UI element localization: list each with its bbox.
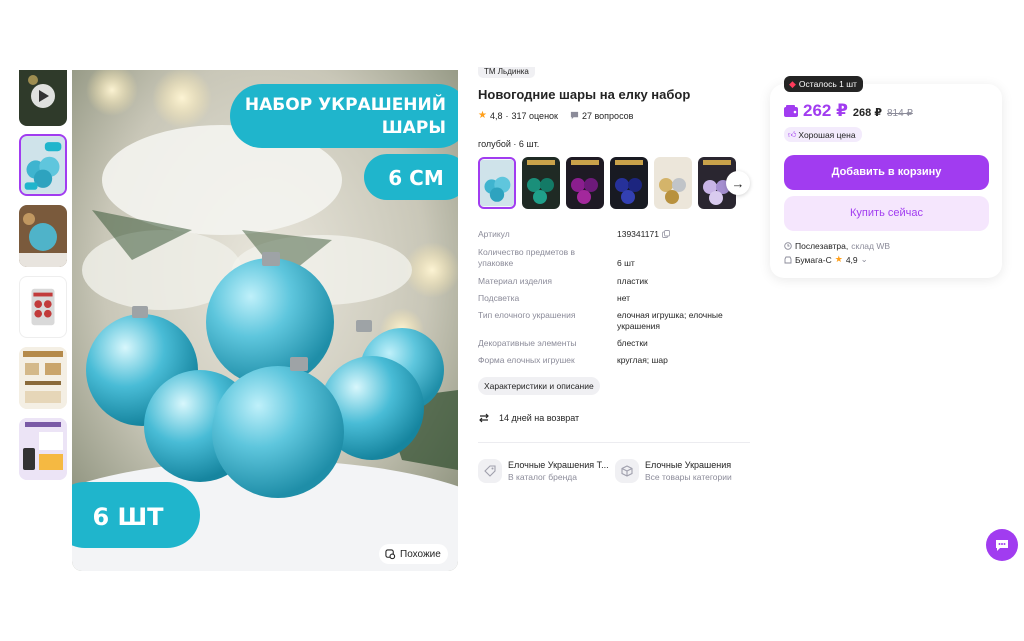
questions-count: 27 вопросов xyxy=(581,110,634,121)
price-old: 814 ₽ xyxy=(887,108,913,119)
brand-sub: В каталог бренда xyxy=(508,472,577,482)
similar-button[interactable]: Похожие xyxy=(379,544,448,564)
variant-gold[interactable] xyxy=(654,157,692,209)
spec-key: Тип елочного украшения xyxy=(478,310,576,320)
chat-bubble-icon xyxy=(570,111,579,120)
delivery-info: Послезавтра, склад WB xyxy=(784,241,890,251)
stock-badge: ◆ Осталось 1 шт xyxy=(784,76,863,92)
rating-separator: · xyxy=(505,110,509,121)
star-icon: ★ xyxy=(478,110,487,121)
article-number: 139341171 xyxy=(617,229,659,239)
spec-key: Артикул xyxy=(478,229,510,239)
wallet-icon xyxy=(784,105,798,117)
clock-icon xyxy=(784,242,792,250)
divider xyxy=(478,442,750,443)
brand-catalog-link[interactable]: Елочные Украшения Т... В каталог бренда xyxy=(478,459,609,483)
spec-key: Форма елочных игрушек xyxy=(478,355,575,365)
similar-label: Похожие xyxy=(400,548,441,560)
category-name: Елочные Украшения xyxy=(645,460,732,470)
banner-headline-2: ШАРЫ xyxy=(382,118,446,138)
thumb-2[interactable] xyxy=(19,205,67,267)
returns-label: 14 дней на возврат xyxy=(499,413,580,423)
spec-value: круглая; шар xyxy=(617,355,668,365)
arrow-right-icon: → xyxy=(731,175,745,191)
rating-value: 4,8 xyxy=(489,110,503,121)
delivery-where: склад WB xyxy=(851,241,891,251)
thumb-4[interactable] xyxy=(19,347,67,409)
good-price-badge: 👍︎ Хорошая цена xyxy=(784,127,862,142)
spec-key: Количество предметов в упаковке xyxy=(478,247,576,268)
alert-icon: ◆ xyxy=(789,78,796,89)
variant-blue[interactable] xyxy=(478,157,516,209)
main-product-image[interactable]: НАБОР УКРАШЕНИЙ ШАРЫ 6 СМ 6 ШТ xyxy=(72,70,458,571)
spec-key: Подсветка xyxy=(478,293,520,303)
variant-label: голубой · 6 шт. xyxy=(478,139,540,149)
buy-now-button[interactable]: Купить сейчас xyxy=(784,196,989,231)
spec-value: 6 шт xyxy=(617,258,635,268)
rating-row: ★ 4,8 · 317 оценок 27 вопросов xyxy=(478,110,633,121)
spec-value: нет xyxy=(617,293,631,303)
thumb-3[interactable] xyxy=(19,276,67,338)
chevron-down-icon: ⌄ xyxy=(860,254,868,264)
delivery-when: Послезавтра, xyxy=(795,241,849,251)
thumb-video[interactable] xyxy=(19,70,67,126)
spec-value: 139341171 xyxy=(617,229,750,240)
banner-headline-1: НАБОР УКРАШЕНИЙ xyxy=(245,93,446,115)
thumbs-up-icon: 👍︎ xyxy=(788,129,797,139)
seller-info[interactable]: Бумага-С ★ 4,9 ⌄ xyxy=(784,254,868,265)
variant-purple[interactable] xyxy=(566,157,604,209)
seller-rating: 4,9 xyxy=(845,254,858,265)
price-regular: 268 ₽ xyxy=(852,107,882,119)
brand-name: Елочные Украшения Т... xyxy=(508,460,609,470)
banner-size: 6 СМ xyxy=(388,166,443,190)
store-icon xyxy=(784,256,792,263)
similar-icon xyxy=(385,548,396,559)
good-price-label: Хорошая цена xyxy=(798,129,856,140)
tag-icon xyxy=(478,459,502,483)
variants-next-button[interactable]: → xyxy=(726,171,750,195)
characteristics-button[interactable]: Характеристики и описание xyxy=(478,377,600,395)
category-sub: Все товары категории xyxy=(645,472,732,482)
questions-link[interactable]: 27 вопросов xyxy=(570,111,633,121)
seller-name: Бумага-С xyxy=(795,254,832,265)
copy-icon[interactable] xyxy=(661,230,670,238)
spec-value: блестки xyxy=(617,338,648,348)
product-title: Новогодние шары на елку набор xyxy=(478,87,691,102)
variant-navy[interactable] xyxy=(610,157,648,209)
return-arrows-icon xyxy=(479,413,489,423)
price-wallet: 262 ₽ xyxy=(803,101,848,120)
price-row: 262 ₽ 268 ₽ 814 ₽ xyxy=(784,101,913,121)
chat-button[interactable] xyxy=(986,529,1018,561)
category-link[interactable]: Елочные Украшения Все товары категории xyxy=(615,459,732,483)
thumb-5[interactable] xyxy=(19,418,67,480)
star-icon: ★ xyxy=(834,254,843,264)
stock-badge-label: Осталось 1 шт xyxy=(798,79,857,89)
brand-tag[interactable]: ТМ Льдинка xyxy=(478,67,535,78)
add-to-cart-button[interactable]: Добавить в корзину xyxy=(784,155,989,190)
spec-value: пластик xyxy=(617,276,648,286)
returns-info: 14 дней на возврат xyxy=(478,412,579,424)
spec-key: Материал изделия xyxy=(478,276,552,286)
reviews-link[interactable]: 317 оценок xyxy=(511,111,558,121)
chat-icon xyxy=(996,540,1008,551)
box-icon xyxy=(615,459,639,483)
thumb-1[interactable] xyxy=(19,134,67,196)
spec-value: елочная игрушка; елочные украшения xyxy=(617,310,723,331)
variant-green[interactable] xyxy=(522,157,560,209)
spec-key: Декоративные элементы xyxy=(478,338,577,348)
banner-count: 6 ШТ xyxy=(92,503,164,531)
